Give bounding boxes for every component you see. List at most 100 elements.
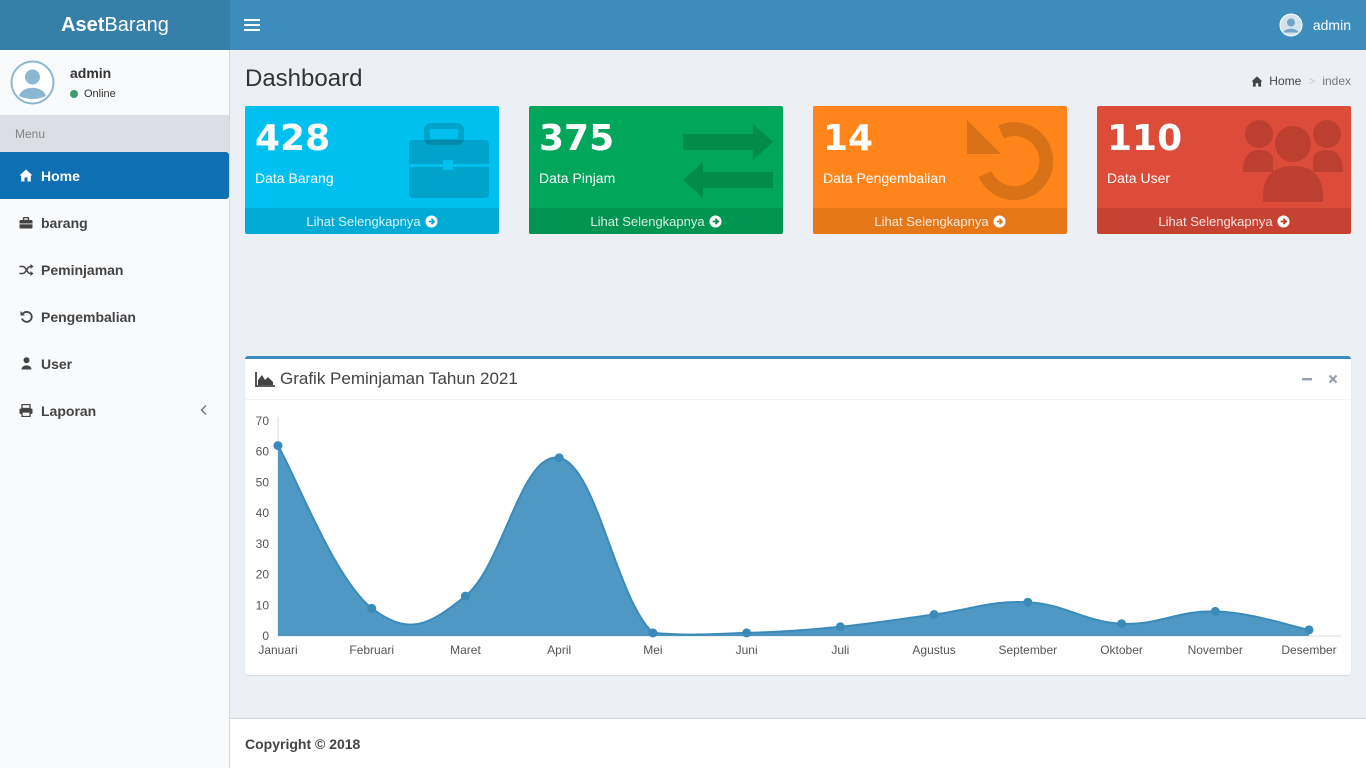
breadcrumb-current: index (1322, 74, 1351, 88)
top-navbar: Aset Barang admin (0, 0, 1366, 50)
sidebar-item-label: User (41, 355, 73, 372)
sidebar-item-label: barang (41, 214, 88, 231)
shuffle-icon (18, 262, 34, 278)
arrow-circle-right-icon (993, 214, 1006, 228)
exchange-icon (683, 124, 773, 198)
stat-label: Data Pengembalian (823, 170, 946, 186)
chart-header: Grafik Peminjaman Tahun 2021 (245, 359, 1351, 400)
sidebar-item-home[interactable]: Home (0, 152, 229, 199)
more-info-link[interactable]: Lihat Selengkapnya (813, 208, 1067, 234)
stat-box-data-pinjam: 375 Data Pinjam Lihat Selengkapnya (529, 106, 783, 234)
y-tick-label: 10 (256, 598, 270, 612)
app-logo[interactable]: Aset Barang (0, 0, 230, 50)
data-point (742, 628, 752, 638)
data-point (1023, 597, 1033, 607)
y-tick-label: 60 (256, 445, 270, 459)
stat-box-data-barang: 428 Data Barang Lihat Selengkapnya (245, 106, 499, 234)
x-tick-label: Desember (1281, 643, 1336, 657)
status-badge: Online (70, 88, 116, 100)
y-tick-label: 70 (256, 414, 270, 428)
logo-bold-text: Aset (61, 13, 105, 36)
x-tick-label: Juli (831, 643, 849, 657)
data-point (1117, 619, 1127, 629)
sidebar-item-laporan[interactable]: Laporan (0, 387, 229, 434)
top-user-menu[interactable]: admin (1279, 13, 1366, 37)
main-content: Dashboard Home > index 428 Data Barang L… (230, 50, 1366, 718)
sidebar-item-peminjaman[interactable]: Peminjaman (0, 246, 229, 293)
data-point (648, 628, 658, 638)
x-tick-label: Agustus (912, 643, 955, 657)
x-tick-label: Maret (450, 643, 481, 657)
online-dot-icon (70, 90, 78, 98)
hamburger-line (244, 29, 260, 31)
x-tick-label: Februari (349, 643, 394, 657)
chevron-left-icon[interactable] (199, 404, 209, 416)
stat-box-data-user: 110 Data User Lihat Selengkapnya (1097, 106, 1351, 234)
more-info-link[interactable]: Lihat Selengkapnya (529, 208, 783, 234)
data-point (273, 441, 283, 451)
arrow-circle-right-icon (709, 214, 722, 228)
breadcrumb-home-label: Home (1269, 74, 1302, 88)
more-info-label: Lihat Selengkapnya (1158, 213, 1273, 229)
chart-title: Grafik Peminjaman Tahun 2021 (280, 369, 518, 388)
more-info-link[interactable]: Lihat Selengkapnya (1097, 208, 1351, 234)
stat-label: Data User (1107, 170, 1171, 186)
more-info-label: Lihat Selengkapnya (874, 213, 989, 229)
x-tick-label: April (547, 643, 571, 657)
user-avatar-icon (1279, 13, 1303, 37)
data-point (460, 591, 470, 601)
briefcase-icon (409, 123, 489, 198)
user-icon (18, 356, 34, 372)
sidebar-item-label: Home (41, 167, 80, 184)
stat-box-data-pengembalian: 14 Data Pengembalian Lihat Selengkapnya (813, 106, 1067, 234)
more-info-label: Lihat Selengkapnya (306, 213, 421, 229)
data-point (835, 622, 845, 632)
users-icon (1243, 120, 1343, 202)
y-tick-label: 50 (256, 475, 270, 489)
breadcrumb: Home > index (1251, 74, 1351, 88)
stat-value: 110 (1107, 118, 1183, 159)
stat-label: Data Barang (255, 170, 334, 186)
close-icon[interactable] (1327, 373, 1339, 385)
sidebar-item-barang[interactable]: barang (0, 199, 229, 246)
menu-header: Menu (0, 115, 229, 152)
home-icon (1251, 75, 1263, 87)
user-avatar-icon (10, 60, 55, 105)
x-tick-label: Januari (258, 643, 297, 657)
x-tick-label: November (1188, 643, 1243, 657)
x-tick-label: Mei (643, 643, 662, 657)
x-tick-label: September (998, 643, 1057, 657)
stat-value: 375 (539, 118, 615, 159)
sidebar-item-label: Laporan (41, 402, 97, 419)
more-info-link[interactable]: Lihat Selengkapnya (245, 208, 499, 234)
x-tick-label: Oktober (1100, 643, 1143, 657)
y-tick-label: 40 (256, 506, 270, 520)
sidebar-user-name: admin (70, 65, 112, 81)
area-line (277, 445, 1310, 636)
breadcrumb-home-link[interactable]: Home (1251, 74, 1301, 88)
collapse-icon[interactable] (1301, 373, 1313, 385)
data-point (554, 453, 564, 463)
sidebar-toggle-button[interactable] (244, 18, 260, 32)
breadcrumb-separator: > (1308, 74, 1316, 88)
data-point (1304, 625, 1314, 635)
more-info-label: Lihat Selengkapnya (590, 213, 705, 229)
sidebar-item-user[interactable]: User (0, 340, 229, 387)
stat-value: 14 (823, 118, 874, 159)
arrow-circle-right-icon (425, 214, 438, 228)
hamburger-line (244, 24, 260, 26)
data-point (929, 610, 939, 619)
data-point (367, 603, 377, 613)
undo-icon (967, 120, 1054, 201)
area-chart: 0 10 20 30 40 50 60 70 Januari Februari Maret April… (256, 414, 1341, 657)
sidebar-item-pengembalian[interactable]: Pengembalian (0, 293, 229, 340)
page-title: Dashboard (245, 65, 363, 92)
sidebar: admin Online Menu Home barang Peminjaman… (0, 50, 230, 768)
chart-tools (1301, 373, 1351, 385)
home-icon (18, 168, 34, 184)
sidebar-item-label: Pengembalian (41, 308, 136, 325)
sidebar-item-label: Peminjaman (41, 261, 124, 278)
print-icon (18, 403, 34, 419)
arrow-circle-right-icon (1277, 214, 1290, 228)
stat-value: 428 (255, 118, 331, 159)
